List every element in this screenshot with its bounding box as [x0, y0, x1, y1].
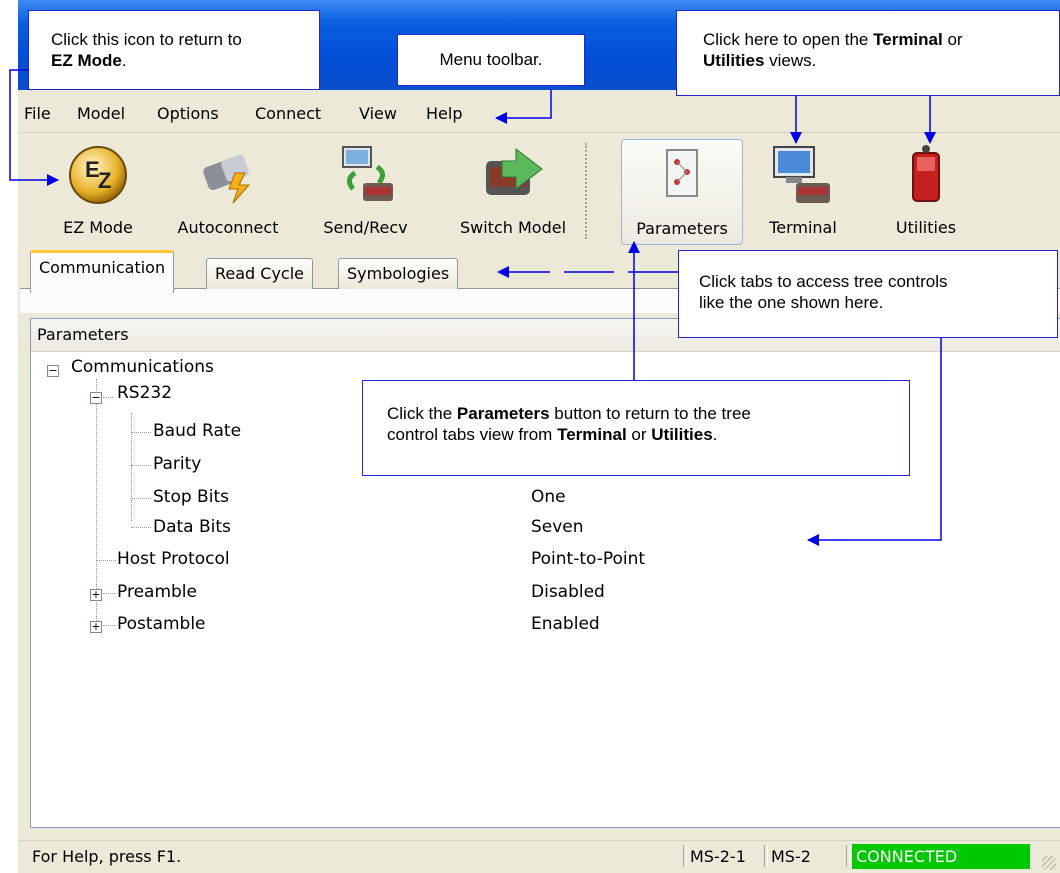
utilities-button[interactable]: Utilities	[876, 139, 976, 243]
menu-file[interactable]: File	[24, 104, 51, 123]
terminal-label: Terminal	[769, 218, 837, 237]
collapse-rs232-icon[interactable]: −	[90, 392, 102, 404]
resize-grip[interactable]	[1042, 856, 1056, 870]
status-bar: For Help, press F1. MS-2-1 MS-2 CONNECTE…	[18, 840, 1060, 873]
tab-communication[interactable]: Communication	[30, 250, 175, 293]
parameters-label: Parameters	[636, 219, 728, 238]
tree-row-host-protocol[interactable]: Host Protocol	[117, 549, 230, 569]
send-recv-button[interactable]: Send/Recv	[308, 139, 423, 243]
menu-options[interactable]: Options	[157, 104, 219, 123]
status-help-text: For Help, press F1.	[32, 847, 182, 866]
callout-ez-mode: Click this icon to return to EZ Mode.	[28, 10, 320, 90]
switch-model-icon	[486, 147, 543, 195]
autoconnect-icon	[203, 154, 251, 204]
parameters-icon	[666, 149, 698, 197]
connection-status-badge: CONNECTED	[852, 844, 1030, 869]
callout-terminal-utilities: Click here to open the Terminal or Utili…	[676, 10, 1060, 96]
toolbar-separator	[585, 143, 591, 239]
utilities-label: Utilities	[895, 218, 957, 237]
send-recv-label: Send/Recv	[323, 218, 408, 237]
svg-text:Z: Z	[98, 168, 111, 193]
tree-row-preamble[interactable]: Preamble	[117, 582, 197, 602]
callout-tabs: Click tabs to access tree controls like …	[678, 250, 1058, 338]
tree-row-parity[interactable]: Parity	[153, 454, 201, 474]
menu-model[interactable]: Model	[77, 104, 125, 123]
tab-read-cycle[interactable]: Read Cycle	[206, 258, 314, 289]
tab-symbologies[interactable]: Symbologies	[338, 258, 459, 289]
tree-row-baud-rate[interactable]: Baud Rate	[153, 421, 241, 441]
menu-connect[interactable]: Connect	[255, 104, 321, 123]
tree-row-data-bits[interactable]: Data Bits	[153, 517, 231, 537]
status-model-1: MS-2-1	[690, 847, 746, 866]
callout-menu-toolbar: Menu toolbar.	[397, 34, 585, 86]
ez-mode-button[interactable]: E Z EZ Mode	[38, 139, 158, 243]
parameters-button[interactable]: Parameters	[621, 139, 743, 245]
tree-value-stop-bits: One	[531, 487, 566, 507]
utilities-icon	[912, 145, 940, 202]
terminal-icon	[773, 146, 830, 203]
expand-postamble-icon[interactable]: +	[90, 621, 102, 633]
tree-row-communications[interactable]: Communications	[71, 357, 214, 377]
main-toolbar: E Z EZ Mode Autoconnect Send/Recv Switch…	[18, 133, 1060, 246]
ez-mode-icon: E Z	[69, 146, 127, 204]
callout-parameters: Click the Parameters button to return to…	[362, 380, 910, 476]
autoconnect-label: Autoconnect	[177, 218, 279, 237]
tree-value-preamble: Disabled	[531, 582, 605, 602]
collapse-communications-icon[interactable]: −	[47, 365, 59, 377]
send-recv-icon	[341, 146, 393, 201]
tree-value-data-bits: Seven	[531, 517, 584, 537]
expand-preamble-icon[interactable]: +	[90, 589, 102, 601]
switch-model-button[interactable]: Switch Model	[438, 139, 588, 243]
autoconnect-button[interactable]: Autoconnect	[163, 139, 293, 243]
terminal-button[interactable]: Terminal	[753, 139, 853, 243]
tree-value-host-protocol: Point-to-Point	[531, 549, 646, 569]
tree-row-postamble[interactable]: Postamble	[117, 614, 206, 634]
ez-mode-label: EZ Mode	[63, 218, 133, 237]
status-model-2: MS-2	[771, 847, 811, 866]
menu-bar: File Model Options Connect View Help	[18, 96, 1060, 133]
menu-help[interactable]: Help	[426, 104, 462, 123]
tree-row-rs232[interactable]: RS232	[117, 383, 172, 403]
switch-model-label: Switch Model	[459, 218, 567, 237]
tree-row-stop-bits[interactable]: Stop Bits	[153, 487, 229, 507]
menu-view[interactable]: View	[359, 104, 397, 123]
tree-value-postamble: Enabled	[531, 614, 600, 634]
